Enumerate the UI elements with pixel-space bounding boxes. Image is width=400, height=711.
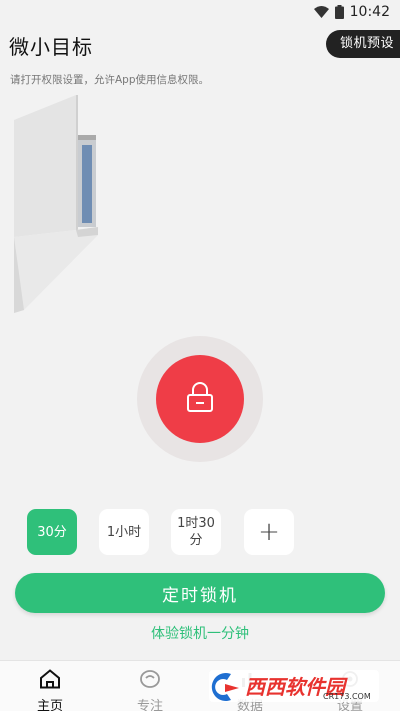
tab-label: 专注 [136, 699, 163, 711]
focus-icon [139, 669, 161, 693]
add-duration-button[interactable]: + [244, 509, 294, 555]
duration-1h30min[interactable]: 1时30 分 [171, 509, 221, 555]
lock-button-ring [137, 336, 263, 462]
duration-options: 30分 1小时 1时30 分 + [0, 509, 400, 557]
duration-30min[interactable]: 30分 [27, 509, 77, 555]
status-time: 10:42 [349, 4, 390, 20]
duration-label: 30分 [37, 524, 67, 540]
page-title: 微小目标 [9, 35, 93, 59]
tab-label: 主页 [36, 699, 63, 711]
wifi-icon [313, 6, 329, 18]
duration-1hour[interactable]: 1小时 [99, 509, 149, 555]
timed-lock-button[interactable]: 定时锁机 [15, 573, 385, 613]
padlock-icon [185, 381, 215, 417]
site-watermark: 西西软件园 CR173.COM [205, 664, 383, 706]
window-illustration [14, 95, 104, 313]
home-icon [39, 669, 61, 693]
permission-hint[interactable]: 请打开权限设置，允许App使用信息权限。 [10, 72, 209, 87]
watermark-site: CR173.COM [323, 692, 371, 701]
lock-button[interactable] [156, 355, 244, 443]
duration-label: 1小时 [106, 524, 142, 540]
status-bar: 10:42 [0, 0, 400, 24]
duration-label-line1: 1时30 [177, 516, 215, 531]
trial-lock-link[interactable]: 体验锁机一分钟 [0, 623, 400, 643]
tab-home[interactable]: 主页 [10, 661, 90, 711]
battery-icon [334, 5, 344, 19]
tab-focus[interactable]: 专注 [110, 661, 190, 711]
plus-icon: + [258, 516, 280, 547]
lock-preset-button[interactable]: 锁机预设 [325, 30, 400, 58]
duration-label-line2: 分 [189, 533, 203, 548]
